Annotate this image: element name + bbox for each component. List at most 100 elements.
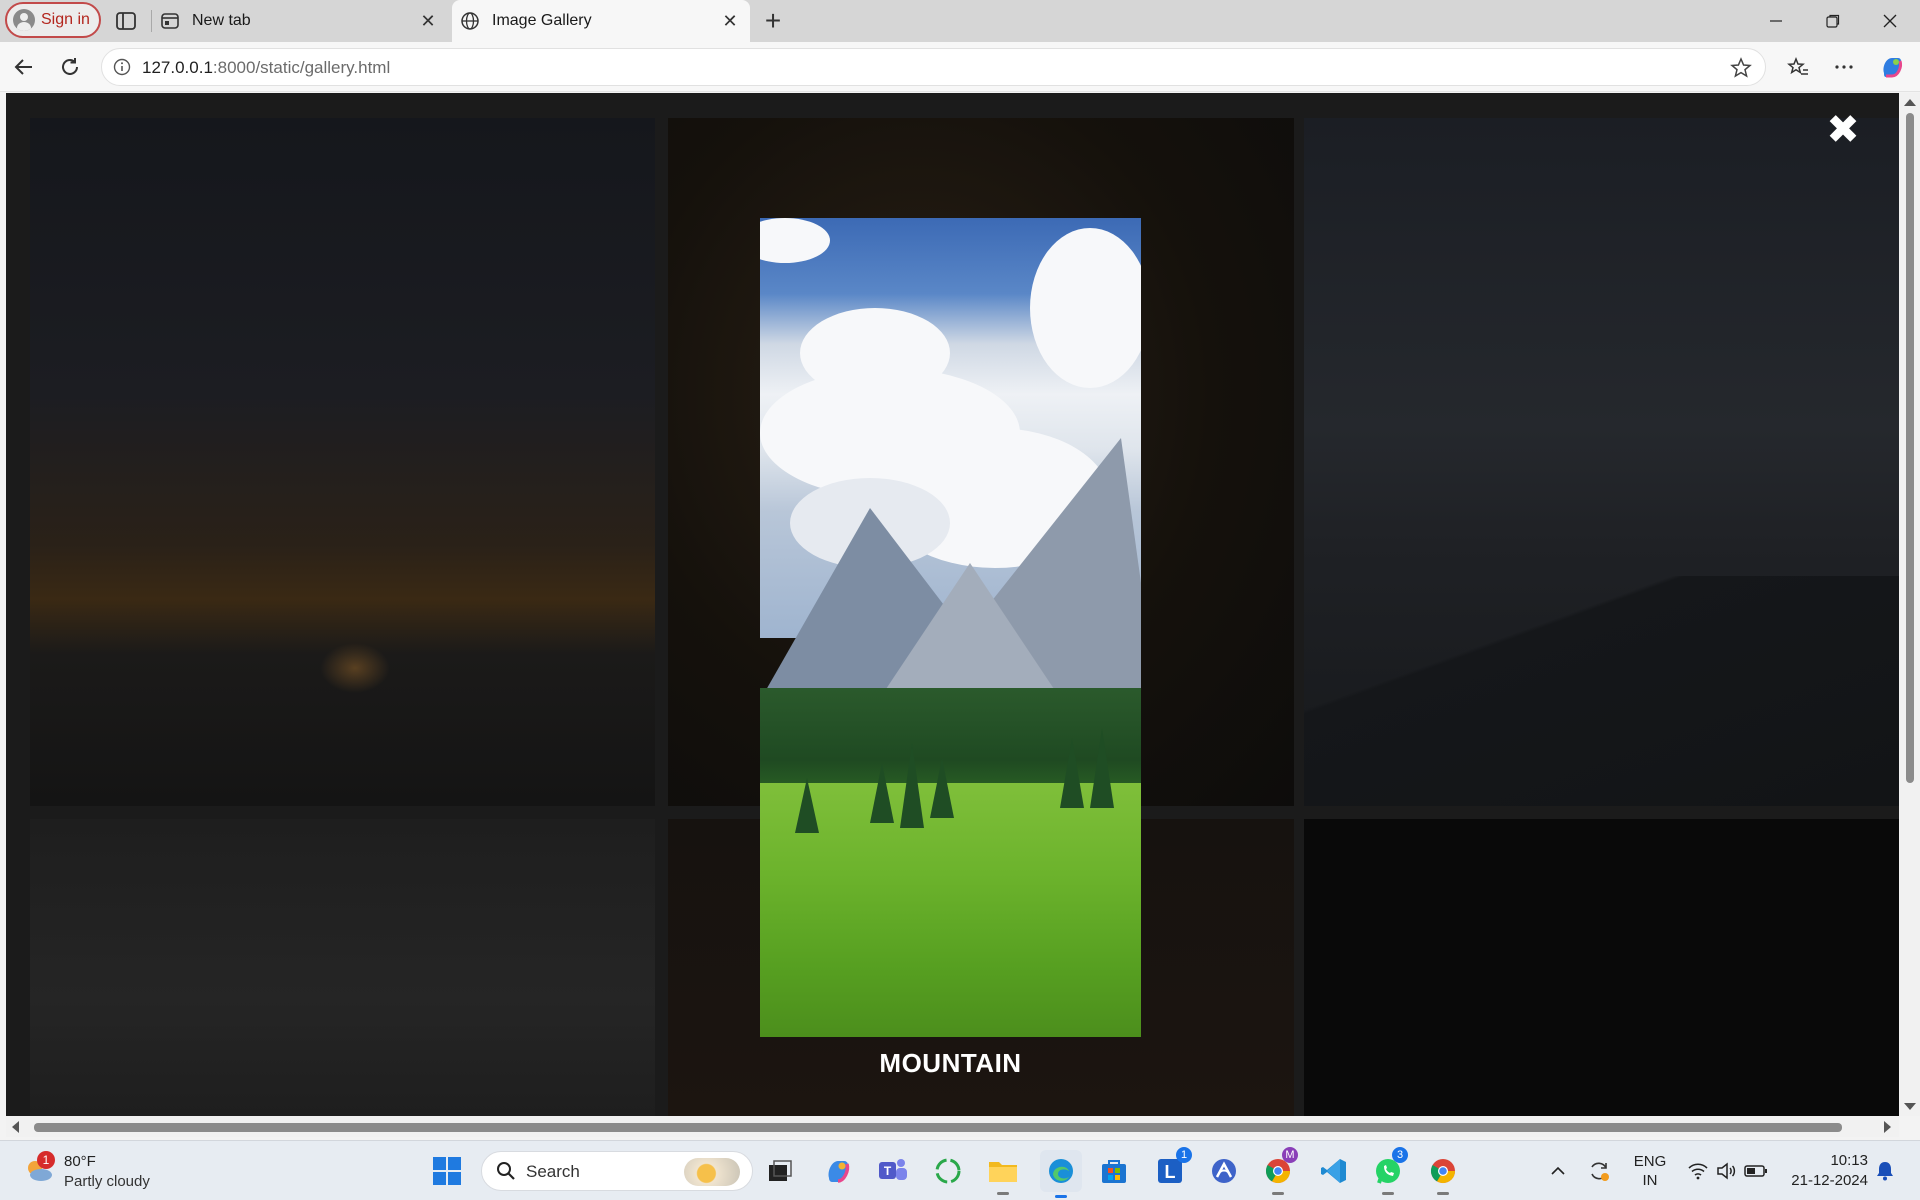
language-indicator[interactable]: ENG IN: [1628, 1152, 1672, 1190]
weather-widget[interactable]: 1 80°F Partly cloudy: [22, 1151, 182, 1193]
tab-title: Image Gallery: [492, 12, 592, 29]
copilot-icon[interactable]: [820, 1153, 856, 1189]
scroll-up-arrow[interactable]: [1904, 99, 1916, 106]
modal-caption: MOUNTAIN: [879, 1048, 1022, 1078]
sign-in-button[interactable]: Sign in: [5, 2, 101, 38]
tree: [795, 778, 819, 833]
url-path: :8000/static/gallery.html: [212, 58, 391, 77]
weather-badge: 1: [37, 1151, 55, 1169]
battery-icon[interactable]: [1742, 1153, 1770, 1189]
tree: [1090, 728, 1114, 808]
favorites-icon[interactable]: [1784, 53, 1812, 81]
tab-image-gallery[interactable]: Image Gallery ✕: [452, 0, 750, 42]
gallery-thumbnail[interactable]: [1304, 118, 1899, 806]
search-highlight-art: [684, 1158, 740, 1186]
weather-condition: Partly cloudy: [64, 1173, 150, 1190]
l-app-badge: 1: [1176, 1147, 1192, 1163]
new-tab-page-icon: [160, 11, 180, 31]
vscode-icon[interactable]: [1316, 1153, 1352, 1189]
l-app-icon[interactable]: L 1: [1152, 1147, 1192, 1189]
minimize-icon[interactable]: [1748, 0, 1804, 42]
running-indicator: [1382, 1192, 1394, 1195]
navigation-bar: 127.0.0.1:8000/static/gallery.html: [0, 42, 1920, 92]
modal-close-button[interactable]: ✖: [1826, 110, 1860, 150]
wifi-icon[interactable]: [1685, 1153, 1711, 1189]
copilot-icon[interactable]: [1878, 53, 1906, 81]
tree: [1060, 738, 1084, 808]
chrome-icon[interactable]: [1425, 1153, 1461, 1195]
gallery-thumbnail[interactable]: [1304, 819, 1899, 1116]
windows-icon[interactable]: [429, 1153, 465, 1189]
restore-icon[interactable]: [1805, 0, 1861, 42]
tree: [870, 763, 894, 823]
plus-icon[interactable]: +: [758, 5, 788, 36]
teams-icon[interactable]: T: [875, 1153, 911, 1189]
close-icon[interactable]: [1862, 0, 1918, 42]
bell-icon[interactable]: [1870, 1153, 1900, 1189]
folder-icon[interactable]: [985, 1153, 1021, 1195]
scroll-left-arrow[interactable]: [12, 1121, 19, 1133]
sign-in-label: Sign in: [41, 11, 90, 28]
back-icon[interactable]: [10, 53, 38, 81]
clock-time: 10:13: [1830, 1152, 1868, 1169]
tab-new-tab[interactable]: New tab ✕: [158, 0, 448, 42]
language-code: ENG: [1633, 1153, 1667, 1170]
sync-icon[interactable]: [1584, 1153, 1614, 1189]
scroll-right-arrow[interactable]: [1884, 1121, 1891, 1133]
svg-text:T: T: [884, 1164, 892, 1178]
refresh-app-icon[interactable]: [930, 1153, 966, 1189]
arc-app-icon[interactable]: [1206, 1153, 1242, 1189]
whatsapp-badge: 3: [1392, 1147, 1408, 1163]
whatsapp-icon[interactable]: 3: [1370, 1147, 1408, 1195]
horizontal-scrollbar[interactable]: [6, 1116, 1899, 1137]
taskbar: 1 80°F Partly cloudy Search T L 1 M 3 EN…: [0, 1140, 1920, 1200]
system-clock[interactable]: 10:13 21-12-2024: [1791, 1151, 1868, 1191]
running-indicator: [997, 1192, 1009, 1195]
task-view-icon[interactable]: [762, 1153, 798, 1189]
close-icon[interactable]: ✕: [720, 11, 740, 31]
running-indicator: [1437, 1192, 1449, 1195]
sunset-glow: [320, 643, 390, 693]
info-icon[interactable]: [112, 57, 132, 77]
scroll-down-arrow[interactable]: [1904, 1103, 1916, 1110]
search-icon: [497, 1162, 515, 1180]
taskbar-search[interactable]: Search: [481, 1151, 753, 1191]
search-placeholder: Search: [526, 1162, 580, 1181]
scrollbar-thumb[interactable]: [34, 1123, 1842, 1132]
volume-icon[interactable]: [1713, 1153, 1739, 1189]
globe-icon: [460, 11, 480, 31]
reload-icon[interactable]: [56, 53, 84, 81]
clock-date: 21-12-2024: [1791, 1172, 1868, 1189]
close-icon[interactable]: ✕: [418, 11, 438, 31]
modal-image: [760, 218, 1141, 1037]
tab-strip: Sign in New tab ✕ Image Gallery ✕ +: [0, 0, 1920, 42]
scrollbar-thumb[interactable]: [1906, 113, 1914, 783]
weather-temperature: 80°F: [64, 1153, 96, 1170]
chrome-profile-icon[interactable]: M: [1260, 1147, 1298, 1195]
profile-badge: M: [1282, 1147, 1298, 1163]
store-icon[interactable]: [1096, 1153, 1132, 1189]
region-code: IN: [1642, 1172, 1658, 1189]
gallery-page: ✖ MOUNTAIN: [6, 93, 1899, 1116]
url-text[interactable]: 127.0.0.1:8000/static/gallery.html: [142, 58, 390, 78]
tab-separator: [151, 10, 152, 32]
address-bar[interactable]: 127.0.0.1:8000/static/gallery.html: [101, 48, 1766, 86]
tree: [930, 758, 954, 818]
gallery-thumbnail[interactable]: [30, 819, 655, 1116]
tree: [900, 743, 924, 828]
more-icon[interactable]: [1830, 53, 1858, 81]
vertical-scrollbar[interactable]: [1899, 93, 1920, 1116]
edge-icon[interactable]: [1040, 1150, 1082, 1198]
chevron-up-icon[interactable]: [1545, 1153, 1571, 1189]
star-icon[interactable]: [1729, 56, 1753, 80]
gallery-thumbnail[interactable]: [30, 118, 655, 806]
svg-text:L: L: [1165, 1162, 1176, 1182]
user-icon: [13, 9, 35, 31]
running-indicator: [1055, 1195, 1067, 1198]
url-host: 127.0.0.1: [142, 58, 213, 77]
cloud: [1030, 228, 1141, 388]
mountain-silhouette: [1304, 576, 1899, 806]
tab-title: New tab: [192, 12, 251, 29]
running-indicator: [1272, 1192, 1284, 1195]
tab-actions-icon[interactable]: [113, 8, 139, 34]
